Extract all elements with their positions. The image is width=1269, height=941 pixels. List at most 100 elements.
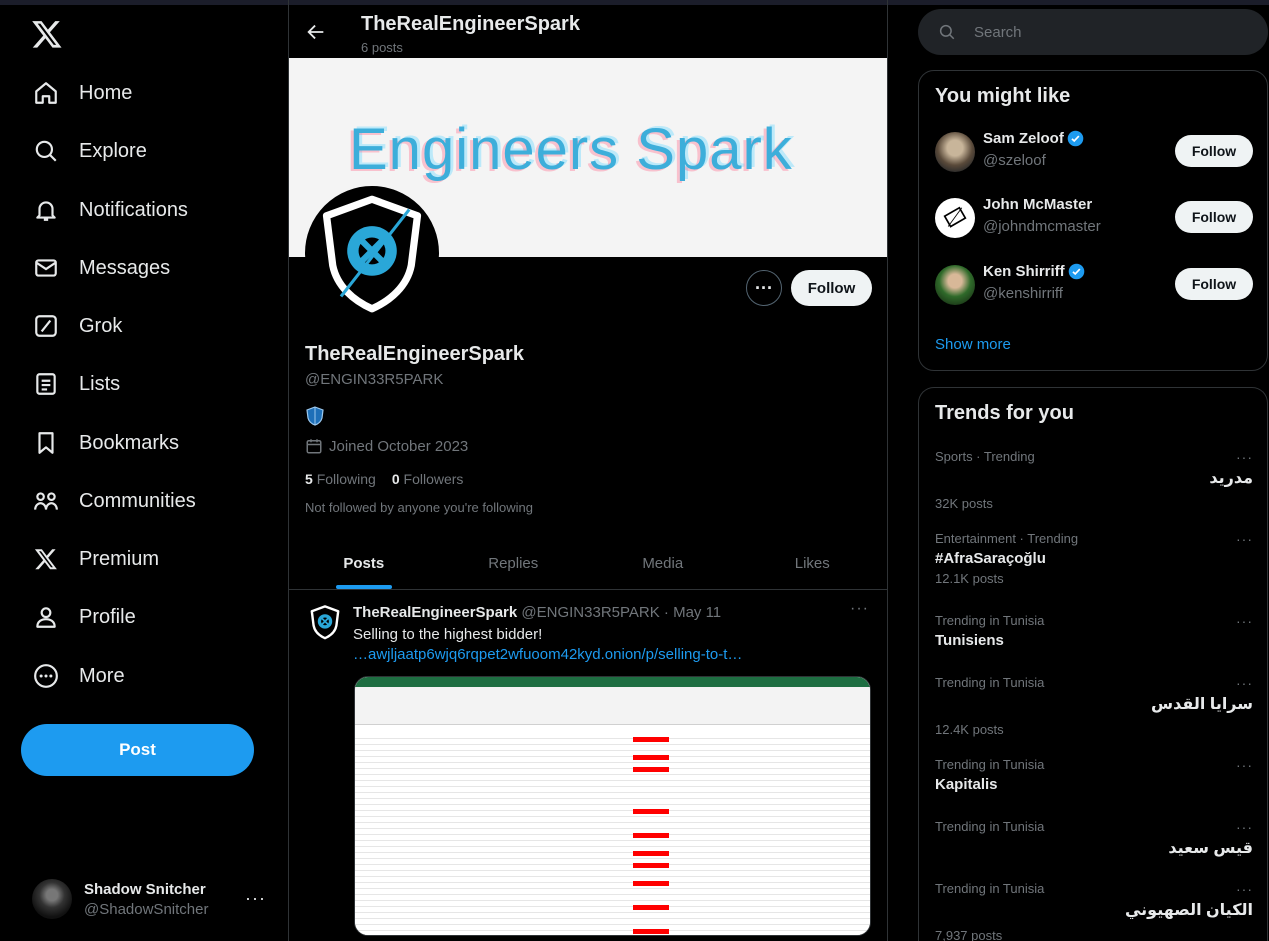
post-button[interactable]: Post: [21, 724, 254, 776]
verified-badge-icon: [1068, 263, 1084, 280]
grok-icon: [32, 312, 60, 340]
trend-name: Tunisiens: [935, 632, 1004, 649]
suggested-user-handle: @szeloof: [983, 152, 1046, 169]
envelope-icon: [32, 254, 60, 282]
trend-item[interactable]: Trending in Tunisia Tunisiens ···: [935, 613, 1253, 649]
follow-button[interactable]: Follow: [1175, 201, 1253, 233]
nav-messages[interactable]: Messages: [20, 244, 182, 292]
suggested-user-handle: @kenshirriff: [983, 285, 1063, 302]
search-icon: [938, 23, 956, 41]
suggested-user-handle: @johndmcmaster: [983, 218, 1101, 235]
nav-profile[interactable]: Profile: [20, 593, 148, 641]
trend-name: سرايا القدس: [1151, 696, 1253, 713]
follow-button[interactable]: Follow: [1175, 135, 1253, 167]
trend-more-icon[interactable]: ···: [1236, 819, 1253, 835]
suggested-user[interactable]: John McMaster @johndmcmaster Follow: [935, 194, 1253, 244]
nav-communities[interactable]: Communities: [20, 477, 208, 525]
trend-more-icon[interactable]: ···: [1236, 881, 1253, 897]
bell-icon: [32, 196, 60, 224]
communities-icon: [32, 487, 60, 515]
followers-link[interactable]: 0 Followers: [392, 471, 464, 487]
tweet-link[interactable]: …awjljaatp6wjq6rqpet2wfuoom42kyd.onion/p…: [353, 646, 742, 663]
account-avatar: [32, 879, 72, 919]
trend-meta: Trending in Tunisia: [935, 613, 1045, 628]
x-logo-icon[interactable]: [31, 18, 63, 50]
tweet[interactable]: TheRealEngineerSpark @ENGIN33R5PARK · Ma…: [289, 590, 887, 941]
nav-messages-label: Messages: [79, 256, 171, 279]
follow-button[interactable]: Follow: [1175, 268, 1253, 300]
tab-posts[interactable]: Posts: [289, 537, 439, 589]
suggested-user-name: John McMaster: [983, 196, 1093, 213]
list-icon: [32, 370, 60, 398]
trend-more-icon[interactable]: ···: [1236, 531, 1253, 547]
nav-notifications-label: Notifications: [79, 198, 188, 221]
spreadsheet-grid: [355, 733, 870, 935]
avatar: [935, 132, 975, 172]
follow-counts: 5 Following 0 Followers: [305, 471, 463, 487]
tab-likes[interactable]: Likes: [738, 537, 888, 589]
trend-meta: Trending in Tunisia: [935, 675, 1045, 690]
trend-meta: Entertainment · Trending: [935, 531, 1079, 546]
profile-avatar[interactable]: [305, 186, 439, 320]
trend-count: 7,937 posts: [935, 928, 1003, 941]
trend-more-icon[interactable]: ···: [1236, 449, 1253, 465]
nav-more[interactable]: More: [20, 652, 137, 700]
tweet-author-handle[interactable]: @ENGIN33R5PARK: [521, 604, 659, 621]
nav-lists[interactable]: Lists: [20, 360, 132, 408]
chip-icon: [943, 206, 967, 228]
search-input[interactable]: Search: [974, 24, 1022, 41]
profile-tabs: Posts Replies Media Likes: [289, 537, 887, 590]
nav-bookmarks-label: Bookmarks: [79, 431, 180, 454]
not-followed-note: Not followed by anyone you're following: [305, 500, 533, 515]
show-more-link[interactable]: Show more: [935, 336, 1011, 353]
nav-grok[interactable]: Grok: [20, 302, 134, 350]
trend-item[interactable]: Entertainment · Trending #AfraSaraçoğlu …: [935, 531, 1253, 586]
tweet-author-name[interactable]: TheRealEngineerSpark: [353, 604, 517, 621]
verified-badge-icon: [1067, 130, 1084, 147]
suggested-user[interactable]: Sam Zeloof @szeloof Follow: [935, 128, 1253, 178]
trends-card: Trends for you Sports · Trending مدريد 3…: [918, 387, 1268, 941]
account-name: Shadow Snitcher: [84, 880, 206, 898]
more-circle-icon: [32, 662, 60, 690]
left-navigation: Home Explore Notifications Messages Grok…: [0, 0, 288, 941]
trend-name: قيس سعيد: [1168, 840, 1253, 857]
following-count: 5: [305, 471, 313, 487]
nav-premium[interactable]: Premium: [20, 535, 171, 583]
nav-bookmarks[interactable]: Bookmarks: [20, 419, 191, 467]
profile-follow-button[interactable]: Follow: [791, 270, 872, 306]
tweet-date[interactable]: May 11: [673, 604, 721, 621]
trend-more-icon[interactable]: ···: [1236, 675, 1253, 691]
trend-more-icon[interactable]: ···: [1236, 757, 1253, 773]
trend-item[interactable]: Sports · Trending مدريد 32K posts ···: [935, 449, 1253, 511]
followers-label: Followers: [403, 471, 464, 487]
tweet-avatar[interactable]: [305, 602, 345, 642]
trend-item[interactable]: Trending in Tunisia الكيان الصهيوني 7,93…: [935, 881, 1253, 941]
following-link[interactable]: 5 Following: [305, 471, 376, 487]
trend-name: مدريد: [1209, 470, 1253, 487]
account-handle: @ShadowSnitcher: [84, 900, 209, 918]
trend-more-icon[interactable]: ···: [1236, 613, 1253, 629]
tweet-separator: ·: [663, 604, 674, 621]
suggested-user-name: Sam Zeloof: [983, 130, 1064, 147]
nav-notifications[interactable]: Notifications: [20, 186, 200, 234]
nav-explore[interactable]: Explore: [20, 127, 159, 175]
tab-media[interactable]: Media: [588, 537, 738, 589]
tweet-more-icon[interactable]: ···: [850, 600, 869, 618]
back-arrow-icon[interactable]: [305, 21, 327, 43]
suggested-user[interactable]: Ken Shirriff @kenshirriff Follow: [935, 261, 1253, 311]
trend-item[interactable]: Trending in Tunisia سرايا القدس 12.4K po…: [935, 675, 1253, 737]
trend-item[interactable]: Trending in Tunisia Kapitalis ···: [935, 757, 1253, 793]
search-box[interactable]: Search: [918, 9, 1268, 55]
trend-count: 12.1K posts: [935, 571, 1004, 586]
header-title: TheRealEngineerSpark: [361, 13, 580, 35]
nav-lists-label: Lists: [79, 372, 121, 395]
trend-name: #AfraSaraçoğlu: [935, 550, 1046, 567]
search-icon: [32, 137, 60, 165]
trend-item[interactable]: Trending in Tunisia قيس سعيد ···: [935, 819, 1253, 858]
account-switcher[interactable]: Shadow Snitcher @ShadowSnitcher ···: [20, 866, 278, 932]
profile-more-button[interactable]: ···: [746, 270, 782, 306]
trend-name: Kapitalis: [935, 776, 998, 793]
tweet-image-spreadsheet[interactable]: [354, 676, 871, 936]
nav-home[interactable]: Home: [20, 69, 144, 117]
tab-replies[interactable]: Replies: [439, 537, 589, 589]
